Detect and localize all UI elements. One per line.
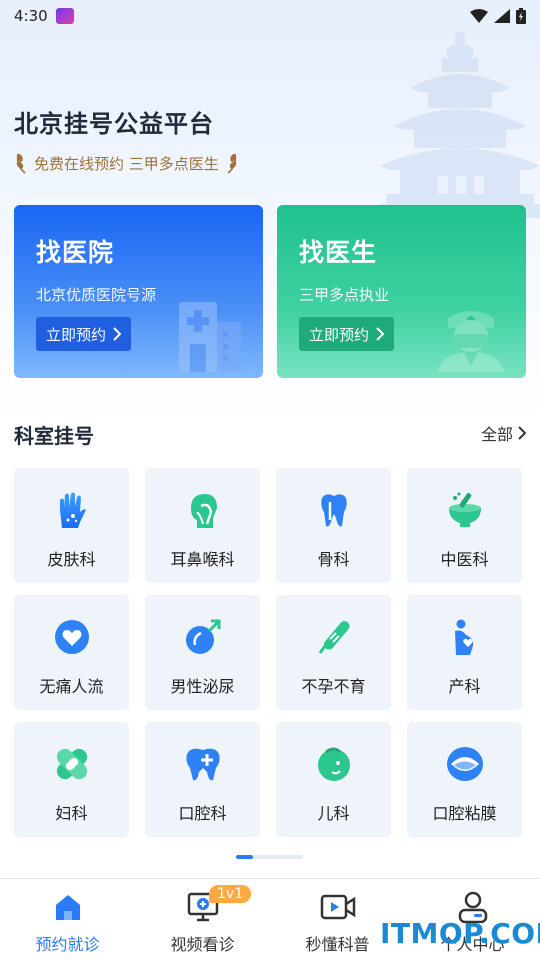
tab-label: 预约就诊 [35, 935, 100, 954]
chevron-right-icon [518, 426, 526, 440]
dept-label: 儿科 [317, 804, 350, 823]
dept-label: 无痛人流 [39, 677, 104, 696]
app-header: 北京挂号公益平台 [14, 104, 214, 139]
dept-label: 口腔粘膜 [432, 804, 497, 823]
hospital-book-button[interactable]: 立即预约 [36, 317, 132, 351]
dept-label: 口腔科 [178, 804, 227, 823]
dept-label: 不孕不育 [301, 677, 366, 696]
signal-icon [494, 9, 510, 23]
hospital-building-icon [179, 302, 241, 372]
dept-label: 骨科 [317, 550, 350, 569]
dept-dermatology[interactable]: 皮肤科 [14, 468, 129, 583]
subtitle-row: 免费在线预约 三甲多点医生 [14, 152, 239, 174]
page-dot-active [236, 855, 253, 859]
tab-video-consult[interactable]: 1v1 视频看诊 [135, 879, 270, 960]
status-time: 4:30 [14, 7, 48, 25]
mouth-icon [445, 744, 485, 784]
thermometer-icon [314, 617, 354, 657]
dept-tcm[interactable]: 中医科 [407, 468, 522, 583]
pregnant-icon [445, 617, 485, 657]
tooth-plus-icon [183, 744, 223, 784]
laurel-left-icon [16, 153, 26, 174]
temple-illustration [380, 32, 540, 218]
dept-label: 妇科 [55, 804, 88, 823]
find-doctor-desc: 三甲多点执业 [299, 286, 390, 304]
department-grid: 皮肤科 耳鼻喉科 骨科 中医科 无痛人流 男性泌尿 不孕不育 产科 妇科 口腔科… [14, 468, 526, 837]
dept-ent[interactable]: 耳鼻喉科 [145, 468, 260, 583]
see-all-link[interactable]: 全部 [481, 421, 526, 445]
tab-label: 视频看诊 [170, 935, 235, 954]
video-camera-icon [320, 891, 356, 923]
page-title: 北京挂号公益平台 [14, 110, 214, 138]
tab-label: 秒懂科普 [305, 935, 370, 954]
doctor-avatar-icon [438, 311, 504, 372]
find-doctor-title: 找医生 [299, 238, 378, 267]
find-hospital-desc: 北京优质医院号源 [36, 286, 157, 304]
dept-infertility[interactable]: 不孕不育 [276, 595, 391, 710]
tab-appointment[interactable]: 预约就诊 [0, 879, 135, 960]
doctor-book-label: 立即预约 [309, 325, 370, 344]
dept-gynecology[interactable]: 妇科 [14, 722, 129, 837]
see-all-label: 全部 [480, 425, 513, 444]
laurel-right-icon [227, 153, 236, 174]
ent-head-icon [183, 490, 223, 530]
dept-obstetrics[interactable]: 产科 [407, 595, 522, 710]
status-icons [470, 8, 526, 24]
chevron-right-icon [113, 327, 122, 341]
dept-orthopedics[interactable]: 骨科 [276, 468, 391, 583]
heart-circle-icon [52, 617, 92, 657]
dept-pediatrics[interactable]: 儿科 [276, 722, 391, 837]
dept-stomatology[interactable]: 口腔科 [145, 722, 260, 837]
dept-painless-abortion[interactable]: 无痛人流 [14, 595, 129, 710]
find-hospital-title: 找医院 [36, 238, 115, 267]
find-doctor-card[interactable]: 找医生 三甲多点执业 立即预约 [277, 205, 526, 378]
mortar-icon [445, 490, 485, 530]
dept-oral-mucosa[interactable]: 口腔粘膜 [407, 722, 522, 837]
subtitle: 免费在线预约 三甲多点医生 [34, 154, 219, 173]
hand-icon [52, 490, 92, 530]
dept-label: 男性泌尿 [170, 677, 235, 696]
wifi-icon [470, 9, 488, 23]
bandage-icon [52, 744, 92, 784]
page-dot-track [253, 855, 303, 859]
department-section-title: 科室挂号 [14, 424, 94, 448]
male-symbol-icon [183, 617, 223, 657]
hospital-book-label: 立即预约 [46, 325, 107, 344]
grid-page-indicator [236, 855, 303, 859]
dept-label: 耳鼻喉科 [170, 550, 235, 569]
baby-face-icon [314, 744, 354, 784]
battery-icon [516, 8, 526, 24]
app-notification-icon [55, 8, 74, 24]
dept-label: 中医科 [440, 550, 489, 569]
tooth-bone-icon [314, 490, 354, 530]
dept-label: 产科 [448, 677, 481, 696]
home-icon [53, 891, 83, 923]
dept-label: 皮肤科 [47, 550, 96, 569]
watermark-text: ITMOP.COM [380, 917, 540, 950]
doctor-book-button[interactable]: 立即预约 [299, 317, 395, 351]
status-bar: 4:30 [0, 0, 540, 32]
dept-male-urology[interactable]: 男性泌尿 [145, 595, 260, 710]
one-on-one-badge: 1v1 [209, 885, 252, 903]
chevron-right-icon [376, 327, 385, 341]
find-hospital-card[interactable]: 找医院 北京优质医院号源 立即预约 [14, 205, 263, 378]
